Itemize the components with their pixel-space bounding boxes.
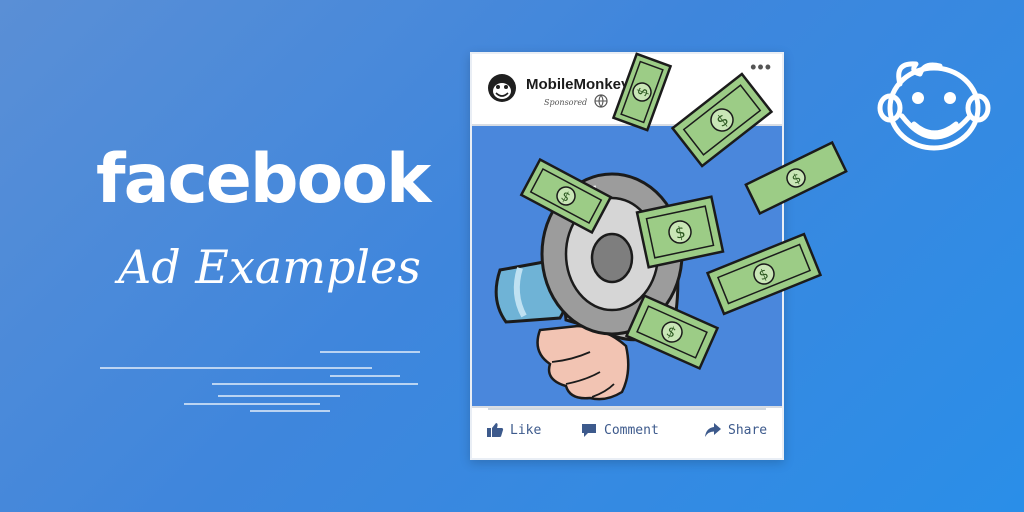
dollar-bill-icon: $ [744, 140, 848, 216]
mobilemonkey-logo-icon [877, 61, 991, 151]
dollar-bill-icon: $ [705, 232, 823, 316]
dollar-bill-icon: $ [670, 72, 774, 168]
dollar-bill-icon: $ [611, 52, 673, 132]
